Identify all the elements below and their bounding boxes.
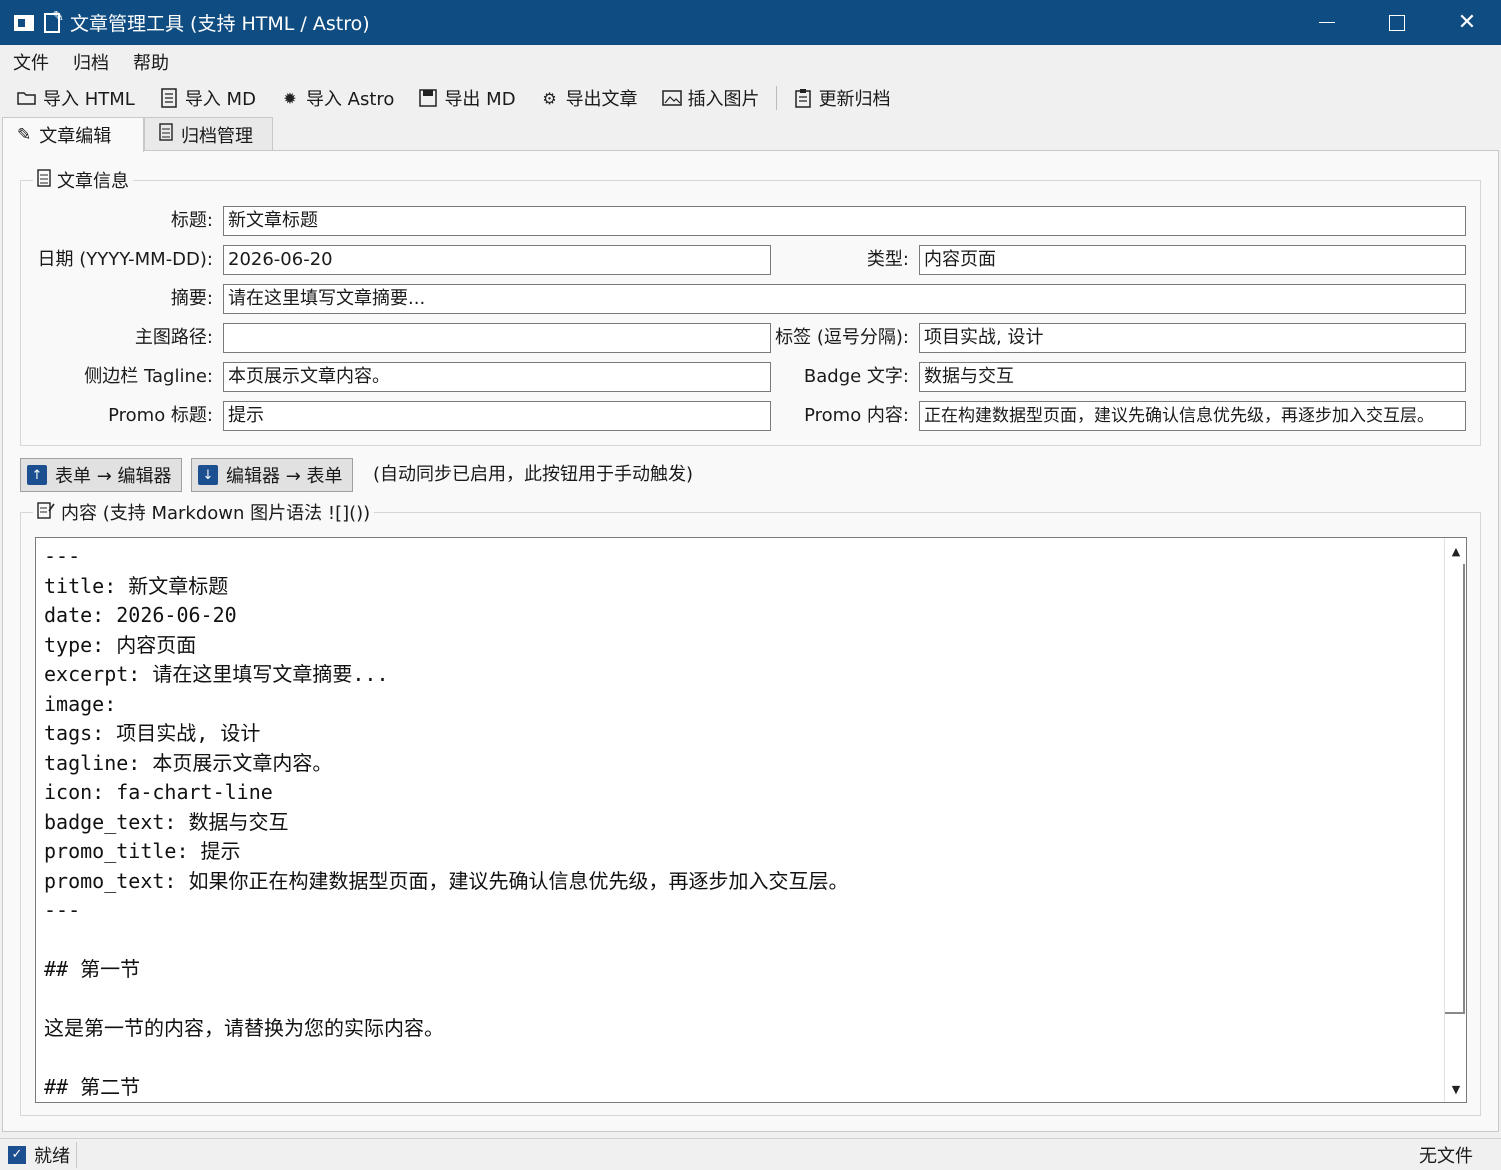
type-input[interactable]: 内容页面 [919,245,1466,275]
date-label: 日期 (YYYY-MM-DD): [37,249,213,270]
form-to-editor-button[interactable]: ↑ 表单 → 编辑器 [20,458,182,492]
badge-label: Badge 文字: [803,366,909,387]
promo-text-label: Promo 内容: [804,405,909,426]
pencil-icon: ✎ [17,125,32,145]
tab-archive-manage[interactable]: 归档管理 [144,117,273,151]
editor-to-form-label: 编辑器 → 表单 [226,466,343,487]
import-md-button[interactable]: 导入 MD [159,85,256,111]
scroll-up-arrow-icon[interactable]: ▲ [1445,540,1466,562]
article-info-title-text: 文章信息 [57,171,129,192]
tags-input[interactable]: 项目实战, 设计 [919,323,1466,353]
import-html-button[interactable]: 导入 HTML [17,85,135,111]
status-separator [76,1141,77,1168]
content-group-title: 内容 (支持 Markdown 图片语法 ![]()) [33,499,375,525]
title-bar: 文章管理工具 (支持 HTML / Astro) ✕ [0,0,1501,45]
minimize-button[interactable] [1292,0,1362,45]
tab-archive-manage-label: 归档管理 [181,125,253,147]
editor-scrollbar[interactable]: ▲ ▼ [1444,538,1466,1102]
close-icon: ✕ [1457,10,1477,35]
excerpt-label: 摘要: [170,288,213,309]
editor-to-form-button[interactable]: ↓ 编辑器 → 表单 [191,458,353,492]
close-button[interactable]: ✕ [1432,0,1501,45]
checkmark-icon: ✓ [8,1145,26,1164]
export-article-button[interactable]: ⚙ 导出文章 [540,85,638,111]
star-burst-icon: ✹ [283,88,297,108]
tags-label: 标签 (逗号分隔): [775,327,909,348]
content-editor-text[interactable]: --- title: 新文章标题 date: 2026-06-20 type: … [36,538,1466,1102]
document-icon [159,88,179,108]
content-editor[interactable]: --- title: 新文章标题 date: 2026-06-20 type: … [35,537,1467,1103]
badge-input[interactable]: 数据与交互 [919,362,1466,392]
menu-file[interactable]: 文件 [13,49,49,75]
date-input[interactable]: 2026-06-20 [223,245,771,275]
folder-open-icon [17,88,37,108]
promo-text-input[interactable]: 正在构建数据型页面，建议先确认信息优先级，再逐步加入交互层。 [919,401,1466,431]
import-html-label: 导入 HTML [43,89,135,110]
note-edit-icon [37,501,55,524]
promo-title-label: Promo 标题: [108,405,213,426]
export-md-button[interactable]: 导出 MD [418,85,516,111]
menu-help[interactable]: 帮助 [133,49,169,75]
update-archive-button[interactable]: 更新归档 [793,85,891,111]
clipboard-icon [793,88,813,108]
tagline-input[interactable]: 本页展示文章内容。 [223,362,771,392]
title-input[interactable]: 新文章标题 [223,206,1466,236]
window-title: 文章管理工具 (支持 HTML / Astro) [70,13,370,35]
form-to-editor-label: 表单 → 编辑器 [55,466,172,487]
article-info-title: 文章信息 [33,167,133,193]
file-status: 无文件 [1419,1145,1473,1167]
arrow-down-icon: ↓ [198,465,218,485]
excerpt-input[interactable]: 请在这里填写文章摘要... [223,284,1466,314]
tab-panel: 文章信息 标题: 新文章标题 日期 (YYYY-MM-DD): 2026-06-… [2,150,1499,1132]
status-bar: ✓ 就绪 无文件 [0,1138,1501,1170]
tab-bar: ✎ 文章编辑 归档管理 [0,117,1501,152]
insert-image-label: 插入图片 [687,89,760,110]
menu-archive[interactable]: 归档 [73,49,109,75]
save-icon [418,88,438,108]
import-astro-button[interactable]: ✹ 导入 Astro [280,85,395,111]
tagline-label: 侧边栏 Tagline: [84,366,213,387]
maximize-button[interactable] [1362,0,1432,45]
menu-bar: 文件 归档 帮助 [0,45,1501,79]
type-label: 类型: [866,249,909,270]
tab-article-edit-label: 文章编辑 [39,126,112,147]
image-path-label: 主图路径: [134,327,213,348]
import-md-label: 导入 MD [184,89,256,110]
arrow-up-icon: ↑ [27,465,47,485]
image-icon [661,88,682,108]
content-group-title-text: 内容 (支持 Markdown 图片语法 ![]()) [61,503,371,524]
export-md-label: 导出 MD [444,89,516,110]
scroll-thumb[interactable] [1445,564,1465,1014]
document-icon [37,168,51,192]
document-edit-icon [44,9,64,33]
maximize-icon [1389,14,1405,31]
archive-icon [159,123,173,146]
title-label: 标题: [170,210,213,231]
toolbar: 导入 HTML 导入 MD ✹ 导入 Astro 导出 MD ⚙ 导出文章 插入… [0,81,1501,115]
insert-image-button[interactable]: 插入图片 [661,85,760,111]
gear-icon: ⚙ [542,88,557,108]
export-article-label: 导出文章 [565,89,638,110]
update-archive-label: 更新归档 [818,89,891,110]
promo-title-input[interactable]: 提示 [223,401,771,431]
minimize-icon [1319,21,1335,24]
app-icon [14,14,34,31]
scroll-down-arrow-icon[interactable]: ▼ [1445,1078,1466,1100]
import-astro-label: 导入 Astro [305,89,395,110]
status-text: 就绪 [34,1145,70,1167]
toolbar-separator [775,86,777,110]
image-path-input[interactable] [223,323,771,353]
tab-article-edit[interactable]: ✎ 文章编辑 [2,117,144,152]
sync-note: (自动同步已启用，此按钮用于手动触发) [373,464,694,485]
